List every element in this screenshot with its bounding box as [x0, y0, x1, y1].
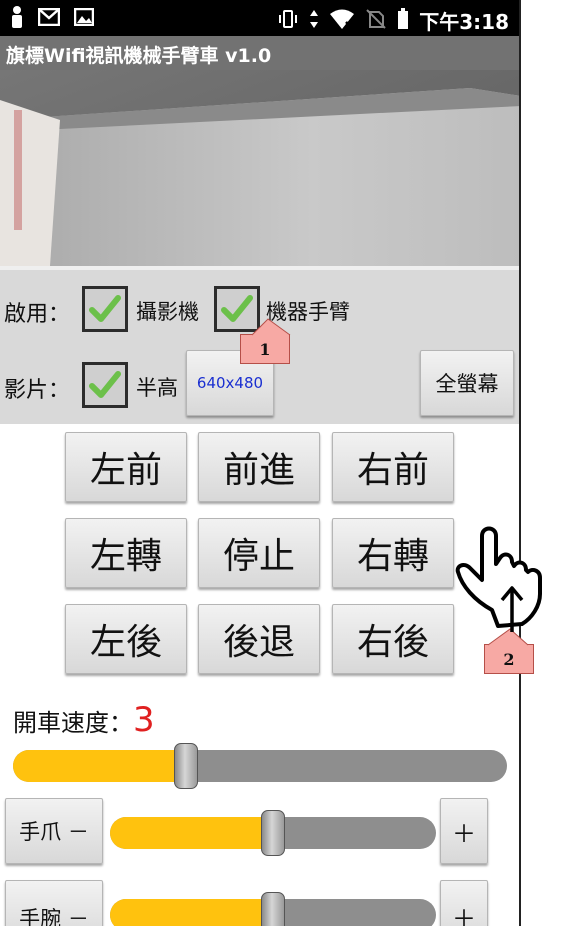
wrist-slider-thumb[interactable]: [261, 892, 285, 926]
turn-right-button[interactable]: 右轉: [332, 518, 454, 588]
camera-label: 攝影機: [136, 300, 199, 324]
claw-plus-button[interactable]: ＋: [440, 798, 488, 864]
speed-slider[interactable]: [13, 750, 507, 782]
speed-label: 開車速度：: [13, 709, 133, 737]
back-right-button[interactable]: 右後: [332, 604, 454, 674]
forward-right-button[interactable]: 右前: [332, 432, 454, 502]
turn-left-button[interactable]: 左轉: [65, 518, 187, 588]
claw-slider-fill: [110, 817, 273, 849]
half-height-checkbox[interactable]: [82, 362, 128, 408]
wrist-plus-button[interactable]: ＋: [440, 880, 488, 926]
camera-preview: [0, 70, 519, 266]
check-icon: [89, 371, 121, 398]
video-label: 影片：: [4, 378, 71, 403]
callout-1-pointer: [251, 318, 291, 336]
image-icon: [73, 7, 95, 30]
speed-slider-fill: [13, 750, 186, 782]
wrist-slider-fill: [110, 899, 273, 926]
half-height-label: 半高: [136, 376, 178, 400]
vibrate-icon: [277, 8, 299, 34]
wifi-icon: [329, 8, 355, 34]
stop-button[interactable]: 停止: [198, 518, 320, 588]
check-icon: [89, 295, 121, 322]
speed-value: 3: [133, 700, 155, 740]
hand-pointer-icon: [455, 526, 542, 632]
mail-icon: [37, 7, 61, 30]
enable-label: 啟用：: [4, 302, 71, 327]
speed-label-row: 開車速度：3: [13, 700, 155, 740]
speed-slider-thumb[interactable]: [173, 743, 198, 789]
forward-left-button[interactable]: 左前: [65, 432, 187, 502]
battery-icon: [397, 7, 409, 34]
person-icon: [10, 6, 24, 32]
phone-screen: 下午3:18 旗標Wifi視訊機械手臂車 v1.0 啟用： 攝影機 機器手臂 影…: [0, 0, 521, 926]
fullscreen-button[interactable]: 全螢幕: [420, 350, 514, 416]
camera-checkbox[interactable]: [82, 286, 128, 332]
callout-2: 2: [484, 644, 534, 674]
callout-1: 1: [240, 334, 290, 364]
backward-button[interactable]: 後退: [198, 604, 320, 674]
status-bar: 下午3:18: [0, 0, 519, 36]
status-time: 下午3:18: [419, 10, 509, 34]
forward-button[interactable]: 前進: [198, 432, 320, 502]
data-arrows-icon: [309, 8, 319, 34]
wrist-minus-button[interactable]: 手腕 －: [5, 880, 103, 926]
claw-slider-thumb[interactable]: [261, 810, 285, 856]
back-left-button[interactable]: 左後: [65, 604, 187, 674]
app-title: 旗標Wifi視訊機械手臂車 v1.0: [0, 36, 519, 70]
claw-minus-button[interactable]: 手爪 －: [5, 798, 103, 864]
no-sim-icon: [365, 8, 387, 34]
